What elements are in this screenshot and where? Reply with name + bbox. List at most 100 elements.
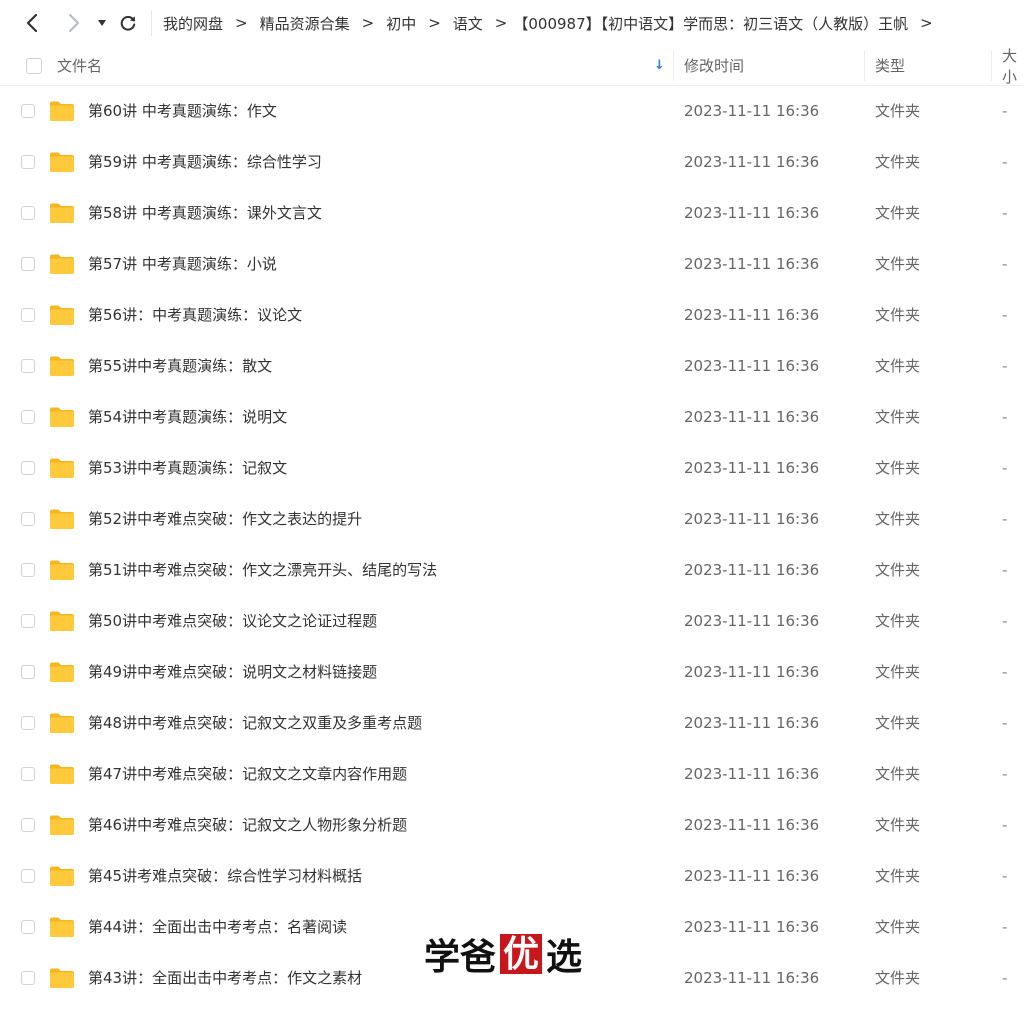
file-name[interactable]: 第47讲中考难点突破：记叙文之文章内容作用题 — [88, 749, 407, 800]
breadcrumb-item[interactable]: 初中 — [386, 13, 416, 34]
file-modified-time: 2023-11-11 16:36 — [684, 765, 820, 783]
folder-icon — [50, 815, 74, 835]
file-size: - — [1002, 459, 1008, 477]
file-name[interactable]: 第57讲 中考真题演练：小说 — [88, 239, 277, 290]
row-checkbox[interactable] — [21, 104, 35, 118]
breadcrumb-separator: > — [428, 14, 441, 32]
file-row[interactable]: 第53讲中考真题演练：记叙文 2023-11-11 16:36 文件夹 - — [0, 443, 1024, 494]
folder-icon — [50, 866, 74, 886]
file-row[interactable]: 第46讲中考难点突破：记叙文之人物形象分析题 2023-11-11 16:36 文件… — [0, 800, 1024, 851]
file-size: - — [1002, 969, 1008, 987]
file-name[interactable]: 第52讲中考难点突破：作文之表达的提升 — [88, 494, 362, 545]
file-type: 文件夹 — [875, 561, 921, 579]
folder-icon-wrap — [49, 355, 75, 381]
file-row[interactable]: 第48讲中考难点突破：记叙文之双重及多重考点题 2023-11-11 16:36 文… — [0, 698, 1024, 749]
file-type: 文件夹 — [875, 408, 921, 426]
file-row[interactable]: 第49讲中考难点突破：说明文之材料链接题 2023-11-11 16:36 文件夹 - — [0, 647, 1024, 698]
file-type: 文件夹 — [875, 306, 921, 324]
row-checkbox[interactable] — [21, 359, 35, 373]
file-name[interactable]: 第48讲中考难点突破：记叙文之双重及多重考点题 — [88, 698, 422, 749]
row-checkbox[interactable] — [21, 716, 35, 730]
row-checkbox[interactable] — [21, 665, 35, 679]
breadcrumb-item[interactable]: 精品资源合集 — [260, 13, 350, 34]
folder-icon-wrap — [49, 661, 75, 687]
row-checkbox[interactable] — [21, 257, 35, 271]
file-name[interactable]: 第49讲中考难点突破：说明文之材料链接题 — [88, 647, 377, 698]
breadcrumb-separator: > — [361, 14, 375, 32]
row-checkbox[interactable] — [21, 920, 35, 934]
file-name[interactable]: 第51讲中考难点突破：作文之漂亮开头、结尾的写法 — [88, 545, 437, 596]
row-checkbox[interactable] — [21, 767, 35, 781]
file-size: - — [1002, 663, 1008, 681]
file-name[interactable]: 第58讲 中考真题演练：课外文言文 — [88, 188, 322, 239]
file-name[interactable]: 第50讲中考难点突破：议论文之论证过程题 — [88, 596, 377, 647]
file-row[interactable]: 第55讲中考真题演练：散文 2023-11-11 16:36 文件夹 - — [0, 341, 1024, 392]
row-checkbox[interactable] — [21, 818, 35, 832]
file-name[interactable]: 第54讲中考真题演练：说明文 — [88, 392, 287, 443]
file-row[interactable]: 第57讲 中考真题演练：小说 2023-11-11 16:36 文件夹 - — [0, 239, 1024, 290]
row-checkbox[interactable] — [21, 869, 35, 883]
breadcrumb-item[interactable]: 语文 — [453, 13, 483, 34]
file-name[interactable]: 第56讲：中考真题演练：议论文 — [88, 290, 302, 341]
folder-icon-wrap — [49, 610, 75, 636]
row-checkbox[interactable] — [21, 614, 35, 628]
breadcrumb-item[interactable]: 我的网盘 — [163, 13, 223, 34]
file-name[interactable]: 第43讲：全面出击中考考点：作文之素材 — [88, 953, 362, 1004]
column-header-type[interactable]: 类型 — [875, 46, 905, 85]
file-row[interactable]: 第60讲 中考真题演练：作文 2023-11-11 16:36 文件夹 - — [0, 86, 1024, 137]
row-checkbox[interactable] — [21, 461, 35, 475]
column-header-modified[interactable]: 修改时间 — [684, 46, 744, 85]
history-dropdown-button[interactable] — [96, 10, 108, 36]
file-row[interactable]: 第54讲中考真题演练：说明文 2023-11-11 16:36 文件夹 - — [0, 392, 1024, 443]
file-row[interactable]: 第45讲考难点突破：综合性学习材料概括 2023-11-11 16:36 文件夹 - — [0, 851, 1024, 902]
file-name[interactable]: 第46讲中考难点突破：记叙文之人物形象分析题 — [88, 800, 407, 851]
file-row[interactable]: 第58讲 中考真题演练：课外文言文 2023-11-11 16:36 文件夹 - — [0, 188, 1024, 239]
column-divider[interactable] — [673, 50, 674, 81]
file-row[interactable]: 第52讲中考难点突破：作文之表达的提升 2023-11-11 16:36 文件夹 - — [0, 494, 1024, 545]
column-divider[interactable] — [991, 50, 992, 81]
folder-icon — [50, 968, 74, 988]
breadcrumb: 我的网盘 > 精品资源合集 > 初中 > 语文 > 【000987】【初中语文】… — [163, 13, 945, 34]
file-size: - — [1002, 357, 1008, 375]
row-checkbox[interactable] — [21, 155, 35, 169]
select-all-checkbox[interactable] — [26, 57, 42, 74]
folder-icon-wrap — [49, 151, 75, 177]
row-checkbox[interactable] — [21, 563, 35, 577]
sort-indicator[interactable]: ↓ — [654, 46, 665, 85]
forward-button[interactable] — [64, 10, 84, 36]
file-size: - — [1002, 561, 1008, 579]
back-button[interactable] — [22, 10, 42, 36]
column-divider[interactable] — [864, 50, 865, 81]
column-header-size[interactable]: 大小 — [1002, 46, 1024, 86]
file-row[interactable]: 第50讲中考难点突破：议论文之论证过程题 2023-11-11 16:36 文件夹 - — [0, 596, 1024, 647]
file-size: - — [1002, 204, 1008, 222]
file-type: 文件夹 — [875, 867, 921, 885]
file-name[interactable]: 第60讲 中考真题演练：作文 — [88, 86, 277, 137]
file-modified-time: 2023-11-11 16:36 — [684, 204, 820, 222]
file-name[interactable]: 第45讲考难点突破：综合性学习材料概括 — [88, 851, 362, 902]
row-checkbox[interactable] — [21, 512, 35, 526]
column-header-name[interactable]: 文件名 — [57, 46, 102, 85]
select-all-cell — [26, 46, 42, 85]
file-row[interactable]: 第47讲中考难点突破：记叙文之文章内容作用题 2023-11-11 16:36 文件… — [0, 749, 1024, 800]
refresh-button[interactable] — [118, 10, 138, 36]
file-row[interactable]: 第51讲中考难点突破：作文之漂亮开头、结尾的写法 2023-11-11 16:36… — [0, 545, 1024, 596]
breadcrumb-item-current[interactable]: 【000987】【初中语文】学而思：初三语文（人教版）王帆 — [513, 13, 908, 34]
row-checkbox[interactable] — [21, 410, 35, 424]
file-name[interactable]: 第44讲：全面出击中考考点：名著阅读 — [88, 902, 347, 953]
folder-icon-wrap — [49, 406, 75, 432]
file-name[interactable]: 第59讲 中考真题演练：综合性学习 — [88, 137, 322, 188]
row-checkbox[interactable] — [21, 971, 35, 985]
folder-icon-wrap — [49, 814, 75, 840]
file-row[interactable]: 第59讲 中考真题演练：综合性学习 2023-11-11 16:36 文件夹 - — [0, 137, 1024, 188]
file-name[interactable]: 第55讲中考真题演练：散文 — [88, 341, 272, 392]
file-type: 文件夹 — [875, 459, 921, 477]
file-name[interactable]: 第53讲中考真题演练：记叙文 — [88, 443, 287, 494]
file-row[interactable]: 第56讲：中考真题演练：议论文 2023-11-11 16:36 文件夹 - — [0, 290, 1024, 341]
row-checkbox[interactable] — [21, 308, 35, 322]
file-size: - — [1002, 612, 1008, 630]
file-modified-time: 2023-11-11 16:36 — [684, 459, 820, 477]
row-checkbox[interactable] — [21, 206, 35, 220]
folder-icon — [50, 509, 74, 529]
file-type: 文件夹 — [875, 816, 921, 834]
